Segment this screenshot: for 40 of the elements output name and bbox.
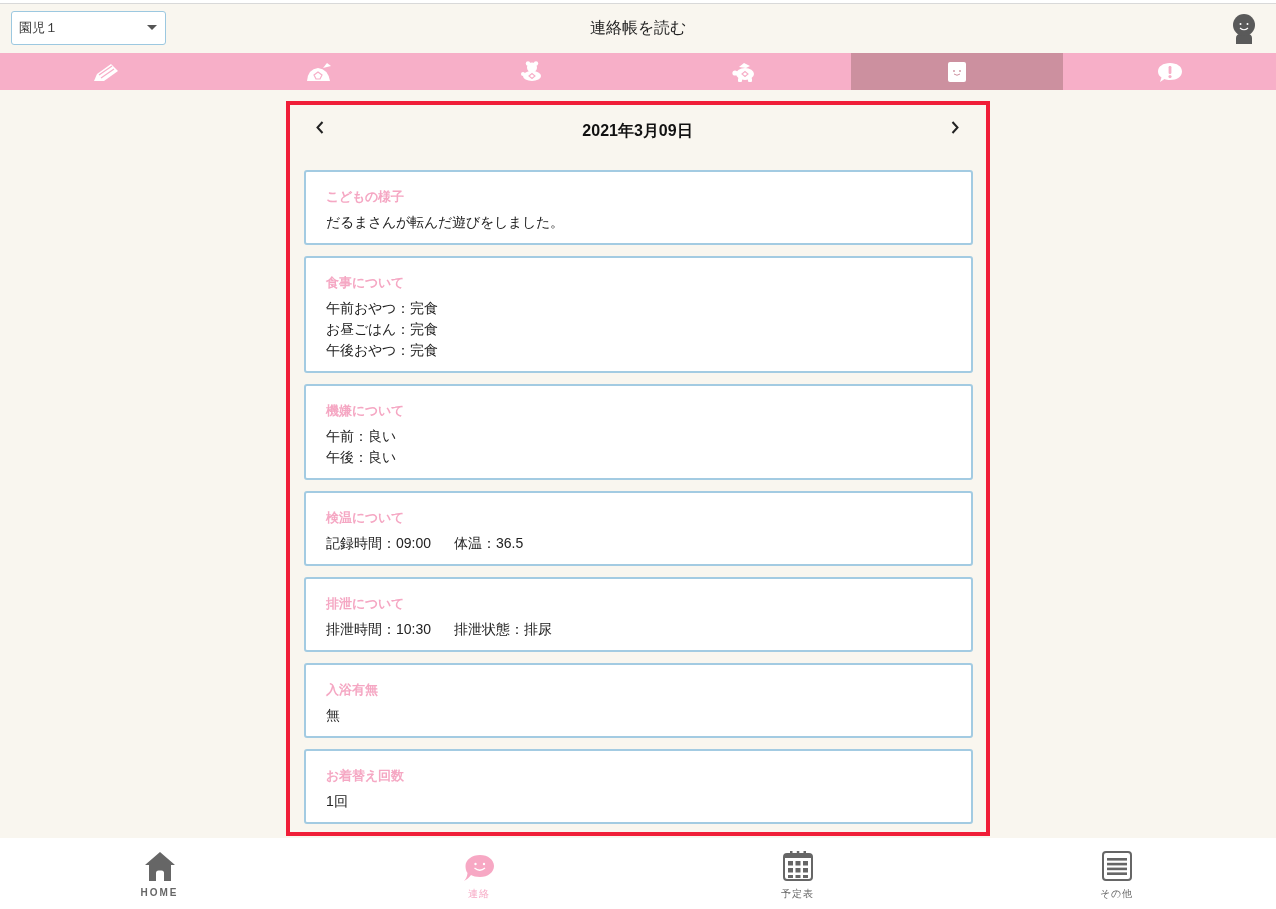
card-text: だるまさんが転んだ遊びをしました。 — [326, 213, 564, 232]
pencil-icon — [93, 61, 120, 82]
category-tab[interactable] — [850, 53, 1064, 90]
card-text: 1回 — [326, 792, 348, 811]
card-text: 午後：良い — [326, 448, 396, 467]
calendar-icon — [782, 851, 813, 881]
card-title: 排泄について — [326, 595, 405, 613]
card-text: 排泄時間：10:30 — [326, 620, 432, 639]
card-text: お昼ごはん：完食 — [326, 320, 438, 339]
card-title: お着替え回数 — [326, 767, 405, 785]
page-title: 連絡帳を読む — [590, 18, 686, 38]
card-title: 検温について — [326, 509, 405, 527]
notebook-icon — [948, 61, 966, 82]
card-text: 記録時間：09:00 — [326, 534, 432, 553]
bottom-nav-tab[interactable]: その他 — [957, 838, 1276, 909]
card-title: 入浴有無 — [326, 681, 379, 699]
avatar-icon[interactable] — [1233, 13, 1255, 44]
card-title: 食事について — [326, 274, 405, 292]
card-text: 排泄状態：排尿 — [454, 620, 553, 639]
card-text: 無 — [326, 706, 340, 725]
turtle-icon — [732, 61, 757, 82]
house-icon — [144, 852, 175, 881]
shell-icon — [306, 61, 332, 82]
bottom-nav-tab[interactable]: HOME — [0, 838, 319, 909]
chevron-right-icon — [951, 120, 959, 134]
menu-icon — [1101, 851, 1132, 881]
exclamation-bubble-icon — [1157, 61, 1182, 82]
smile-bubble-icon — [463, 855, 494, 881]
card-title: 機嫌について — [326, 402, 405, 420]
chevron-left-icon — [316, 120, 324, 134]
bear-icon — [520, 61, 543, 82]
caret-icon — [147, 25, 157, 30]
card-title: こどもの様子 — [326, 188, 405, 206]
card-text: 午後おやつ：完食 — [326, 341, 438, 360]
bottom-nav-tab[interactable]: 予定表 — [638, 838, 957, 909]
date-label: 2021年3月09日 — [582, 120, 693, 141]
child-select[interactable]: 園児１ — [11, 10, 166, 45]
card-text: 午前おやつ：完食 — [326, 299, 438, 318]
card-text: 体温：36.5 — [454, 534, 524, 553]
card-text: 午前：良い — [326, 427, 396, 446]
